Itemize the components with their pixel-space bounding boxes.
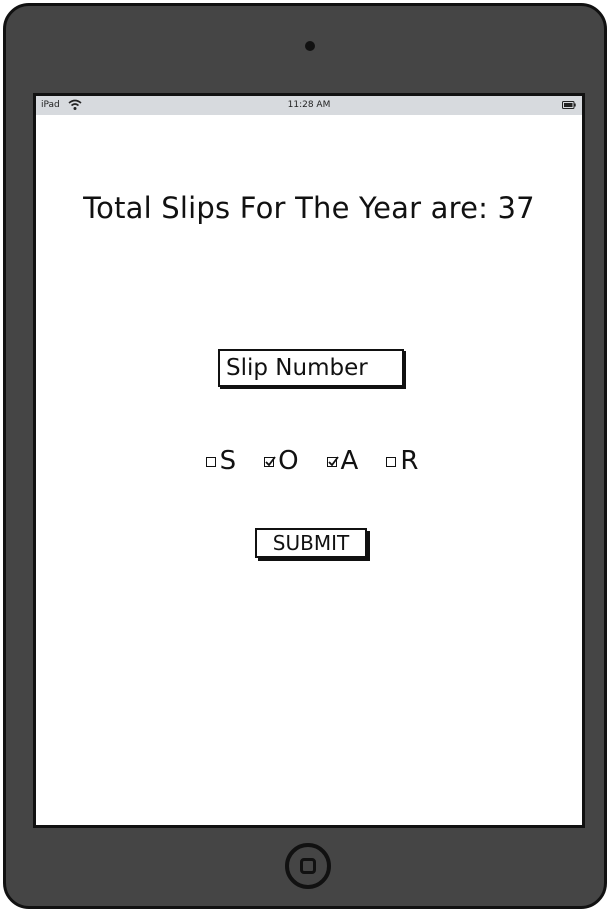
option-s[interactable]: S <box>205 446 237 476</box>
submit-button[interactable]: SUBMIT <box>255 528 367 558</box>
option-o-label: O <box>278 446 299 476</box>
option-r[interactable]: R <box>386 446 418 476</box>
option-s-label: S <box>219 446 237 476</box>
option-checkboxes: S O A R <box>36 446 582 476</box>
option-r-checkbox[interactable] <box>386 457 397 467</box>
home-button[interactable] <box>285 843 331 889</box>
checkmark-icon <box>327 456 339 467</box>
option-a-checkbox[interactable] <box>326 456 339 467</box>
status-bar: iPad 11:28 AM <box>36 96 582 115</box>
option-a-label: A <box>340 446 359 476</box>
option-o[interactable]: O <box>264 446 299 476</box>
slip-number-input[interactable] <box>218 349 404 387</box>
option-s-checkbox[interactable] <box>205 457 216 467</box>
option-o-checkbox[interactable] <box>264 456 276 467</box>
camera-icon <box>305 41 315 51</box>
option-r-label: R <box>400 446 419 476</box>
total-slips-heading: Total Slips For The Year are: 37 <box>83 191 535 225</box>
screen: iPad 11:28 AM Total Slips For The Year a… <box>33 93 585 828</box>
battery-icon <box>562 101 576 109</box>
checkmark-icon <box>265 456 276 467</box>
ipad-frame: iPad 11:28 AM Total Slips For The Year a… <box>3 3 607 909</box>
home-square-icon <box>300 858 316 874</box>
option-a[interactable]: A <box>326 446 359 476</box>
status-time: 11:28 AM <box>287 100 331 110</box>
